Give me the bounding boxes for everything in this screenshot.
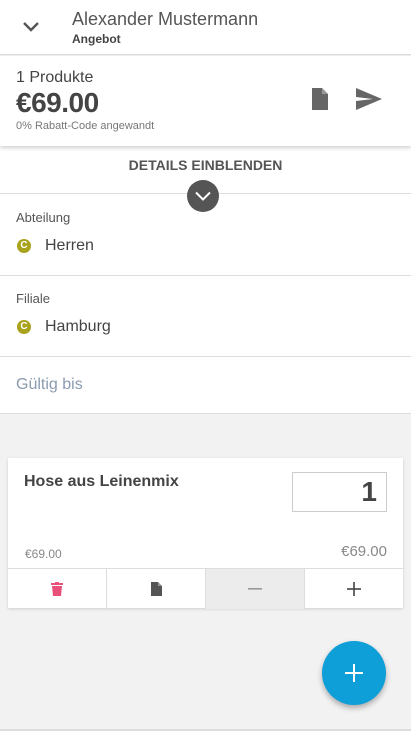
send-button[interactable]	[352, 84, 386, 114]
plus-icon	[347, 582, 361, 596]
send-icon	[356, 88, 382, 110]
quantity-input[interactable]: 1	[292, 472, 387, 512]
back-button[interactable]	[16, 14, 46, 40]
discount-note: 0% Rabatt-Code angewandt	[16, 120, 155, 132]
chevron-down-icon	[23, 22, 39, 32]
department-value: Herren	[45, 237, 94, 254]
order-summary: 1 Produkte €69.00 0% Rabatt-Code angewan…	[0, 56, 411, 146]
branch-value: Hamburg	[45, 318, 111, 335]
unit-price: €69.00	[25, 547, 62, 561]
add-product-button[interactable]	[322, 641, 386, 705]
expand-details-button[interactable]	[187, 180, 219, 212]
department-label: Abteilung	[16, 210, 71, 225]
total-price: €69.00	[16, 87, 99, 118]
valid-until-placeholder: Gültig bis	[16, 376, 83, 393]
line-total: €69.00	[341, 543, 387, 560]
details-toggle-label: DETAILS EINBLENDEN	[128, 157, 283, 173]
decrease-quantity-button[interactable]	[206, 569, 305, 609]
branch-badge-icon: C	[17, 320, 31, 334]
details-panel: DETAILS EINBLENDEN Abteilung C Herren Fi…	[0, 146, 411, 414]
plus-icon	[345, 664, 363, 682]
item-note-button[interactable]	[107, 569, 206, 609]
valid-until-field[interactable]: Gültig bis	[0, 357, 411, 414]
branch-label: Filiale	[16, 291, 50, 306]
minus-icon	[248, 588, 262, 590]
department-badge-icon: C	[17, 239, 31, 253]
line-item-card: Hose aus Leinenmix 1 €69.00 €69.00	[8, 458, 403, 609]
document-icon	[312, 88, 328, 110]
customer-name: Alexander Mustermann	[72, 9, 259, 29]
delete-item-button[interactable]	[8, 569, 107, 609]
product-name: Hose aus Leinenmix	[24, 473, 179, 490]
line-item-actions	[8, 568, 403, 609]
trash-icon	[51, 582, 63, 596]
divider	[0, 413, 411, 414]
product-count: 1 Produkte	[16, 69, 94, 86]
document-type: Angebot	[72, 32, 121, 46]
increase-quantity-button[interactable]	[305, 569, 403, 609]
document-button[interactable]	[305, 84, 335, 114]
document-icon	[150, 582, 162, 596]
top-bar: Alexander Mustermann Angebot	[0, 0, 411, 55]
chevron-down-icon	[195, 191, 211, 201]
branch-field[interactable]: Filiale C Hamburg	[0, 276, 411, 357]
